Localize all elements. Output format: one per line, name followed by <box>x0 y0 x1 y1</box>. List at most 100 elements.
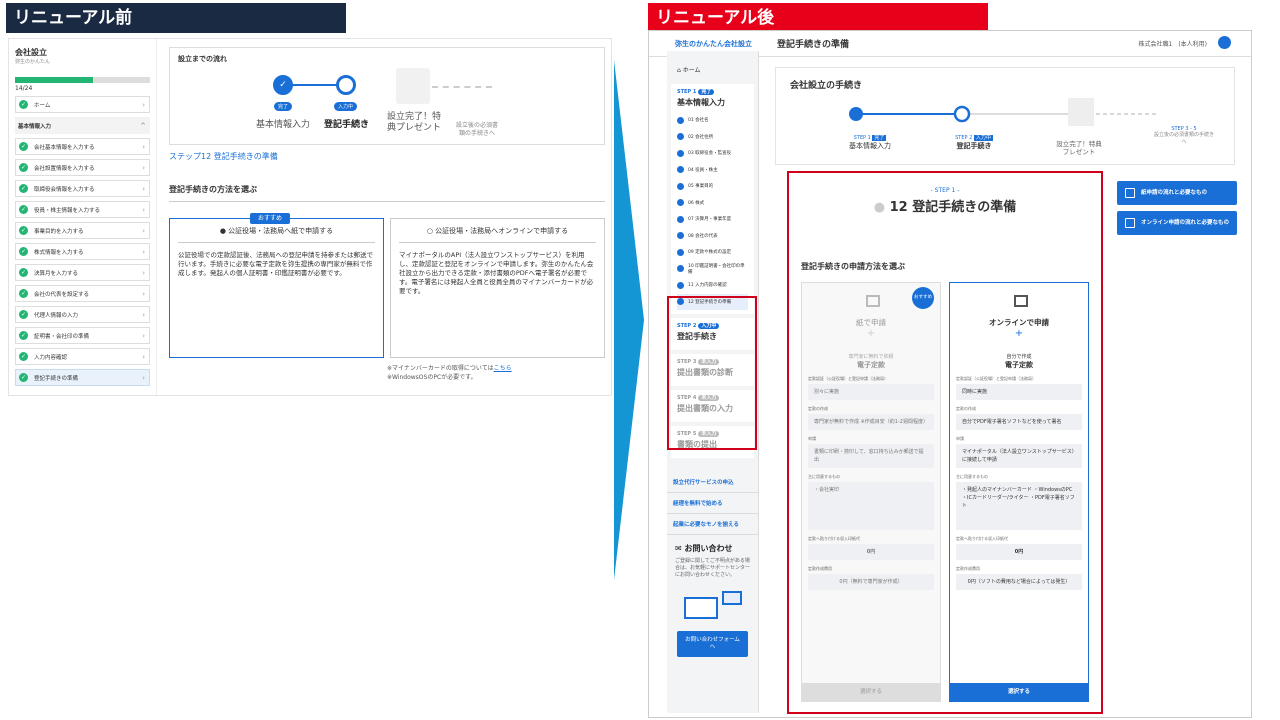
step-item[interactable]: 06 株式 <box>677 195 748 212</box>
paper-option[interactable]: おすすめ ● 公証役場・法務局へ紙で申請する 公証役場での定款認証後、法務局への… <box>169 213 384 358</box>
paper-option-title: 公証役場・法務局へ紙で申請する <box>228 227 334 235</box>
sidebar-item-label: 会社基本情報を入力する <box>34 144 95 151</box>
sidebar-item[interactable]: ✓ 会社の代表を設定する › <box>15 285 150 302</box>
recommend-badge: おすすめ <box>912 287 934 309</box>
contact-illustration <box>678 591 748 621</box>
check-icon <box>677 265 684 273</box>
online-sub2: 電子定款 <box>1005 361 1033 369</box>
step-item[interactable]: 07 決算月・事業年度 <box>677 211 748 228</box>
sidebar-item[interactable]: ✓ 入力内容確認 › <box>15 348 150 365</box>
field-label: 申請 <box>956 436 964 441</box>
step-item-label: 03 取締役会・監査役 <box>688 151 732 157</box>
sidebar-item[interactable]: ✓ 登記手続きの準備 › <box>15 369 150 386</box>
online-title: オンラインで申請 <box>989 318 1049 327</box>
check-icon <box>677 281 684 289</box>
step-link[interactable]: ステップ12 登記手続きの準備 <box>169 151 605 162</box>
check-icon: ✓ <box>19 310 28 319</box>
step1-label: STEP 1 <box>677 89 697 95</box>
step-item[interactable]: 01 会社名 <box>677 112 748 129</box>
sidebar-item[interactable]: ✓ 会社設置情報を入力する › <box>15 159 150 176</box>
before-flow: 設立までの流れ ✓ 完了 入力中 基本情報入力 登記手続き 設立完了！特典プレゼ… <box>169 47 605 145</box>
recommend-badge: おすすめ <box>250 213 291 224</box>
sidebar-item-label: 会社の代表を設定する <box>34 291 90 298</box>
flow-step2-name: 登記手続き <box>956 142 992 150</box>
check-icon: ✓ <box>19 184 28 193</box>
radio-checked-icon[interactable]: ● <box>220 227 226 235</box>
online-flow-button[interactable]: オンライン申請の流れと必要なもの <box>1117 211 1237 235</box>
step-item[interactable]: 02 会社住所 <box>677 129 748 146</box>
avatar-icon[interactable] <box>1218 36 1231 49</box>
step-item[interactable]: 09 定款や株式の設定 <box>677 244 748 261</box>
step-item-label: 10 印鑑証明書・会社印の準備 <box>688 263 745 275</box>
field-label: 定款へ貼り付ける収入印紙代 <box>956 536 1008 541</box>
highlight-main-box: - STEP 1 - ● 12 登記手続きの準備 登記手続きの申請方法を選ぶ お… <box>787 171 1103 714</box>
chevron-icon: › <box>142 289 145 298</box>
field-value: マイナポータル（法人設立ワンストップサービス）に接続して申請 <box>956 444 1082 468</box>
home-link[interactable]: ⌂ ホーム <box>667 59 758 80</box>
footnote-2: ※WindowsOSのPCが必要です。 <box>387 374 477 381</box>
chevron-icon: › <box>142 163 145 172</box>
sidebar-item-label: ホーム <box>34 102 51 109</box>
footnotes: ※マイナンバーカードの取得についてはこちら ※WindowsOSのPCが必要です… <box>387 364 605 382</box>
field-value: 専門家が無料で作成 ※作成目安（約1-2週間程度） <box>808 414 934 430</box>
chevron-icon: › <box>142 142 145 151</box>
step-item[interactable]: 11 入力内容の確認 <box>677 277 748 294</box>
paper-select-button[interactable]: 選択する <box>802 683 940 701</box>
step-item[interactable]: 10 印鑑証明書・会社印の準備 <box>677 261 748 278</box>
sidebar-item[interactable]: ✓ 事業目的を入力する › <box>15 222 150 239</box>
sidebar-item[interactable]: ✓ 会社基本情報を入力する › <box>15 138 150 155</box>
contact-form-button[interactable]: お問い合わせフォームへ <box>677 631 748 657</box>
logo[interactable]: 弥生のかんたん会社設立 <box>675 39 752 49</box>
online-option[interactable]: ○ 公証役場・法務局へオンラインで申請する マイナポータルのAPI（法人設立ワン… <box>390 218 605 358</box>
step-caption: - STEP 1 - <box>930 187 960 194</box>
before-screenshot: 会社設立 弥生のかんたん 14/24 ✓ ホーム › 基本情報入力 ^ ✓ 会社基本情報を入… <box>8 38 612 396</box>
chevron-icon: › <box>142 184 145 193</box>
step-item[interactable]: 03 取締役会・監査役 <box>677 145 748 162</box>
sidebar-item-label: 役員・株主情報を入力する <box>34 207 101 214</box>
chevron-icon: › <box>142 100 145 109</box>
field-value: 0円（無料で専門家が作成） <box>808 574 934 590</box>
sidebar-item[interactable]: ✓ 決算月を入力する › <box>15 264 150 281</box>
online-select-button[interactable]: 選択する <box>950 683 1088 701</box>
plus-icon: + <box>866 328 876 339</box>
document-icon <box>1125 188 1135 198</box>
step-item[interactable]: 04 役員・株主 <box>677 162 748 179</box>
sidebar-item-label: 会社設置情報を入力する <box>34 165 95 172</box>
step1-label: 基本情報入力 <box>256 120 311 130</box>
sidebar-item[interactable]: ✓ 株式情報を入力する › <box>15 243 150 260</box>
sidebar-item[interactable]: ✓ 役員・株主情報を入力する › <box>15 201 150 218</box>
field-value: 0円（ソフトの費用など場合によっては発生） <box>956 574 1082 590</box>
step-item-label: 07 決算月・事業年度 <box>688 217 732 223</box>
footnote-1: ※マイナンバーカードの取得については <box>387 365 494 372</box>
step-item[interactable]: 08 会社の代表 <box>677 228 748 245</box>
paper-card[interactable]: おすすめ 紙で申請 + 専門家に無料で依頼 電子定款 定款認証（公証役場）と登記… <box>801 282 941 702</box>
check-icon: ✓ <box>19 247 28 256</box>
online-card[interactable]: オンラインで申請 + 自分で作成 電子定款 定款認証（公証役場）と登記申請（法務… <box>949 282 1089 702</box>
link-supplies[interactable]: 起業に必要なモノを揃える <box>667 514 758 535</box>
page-title: 登記手続きの準備 <box>777 40 850 50</box>
link-accounting[interactable]: 経理を無料で始める <box>667 493 758 514</box>
chevron-icon: › <box>142 310 145 319</box>
link-service[interactable]: 設立代行サービスの申込 <box>667 472 758 493</box>
step-item[interactable]: 05 事業目的 <box>677 178 748 195</box>
flow-step1-name: 基本情報入力 <box>849 142 891 150</box>
sidebar-item[interactable]: 基本情報入力 ^ <box>15 117 150 134</box>
check-icon: ✓ <box>19 100 28 109</box>
sidebar-item[interactable]: ✓ 取締役会情報を入力する › <box>15 180 150 197</box>
field-value: 0円 <box>956 544 1082 560</box>
radio-unchecked-icon[interactable]: ○ <box>427 227 433 235</box>
sidebar-item[interactable]: ✓ 代理人情報の入力 › <box>15 306 150 323</box>
flow-step4-name: 設立後の必須書類の手続きへ <box>1154 132 1215 145</box>
home-icon: ⌂ <box>677 67 681 74</box>
step3-label: 設立完了！特典プレゼント <box>386 112 441 133</box>
sidebar-item[interactable]: ✓ ホーム › <box>15 96 150 113</box>
field-label: 定款へ貼り付ける収入印紙代 <box>808 536 860 541</box>
sidebar-item[interactable]: ✓ 証明書・会社印の準備 › <box>15 327 150 344</box>
here-link[interactable]: こちら <box>494 365 512 372</box>
paper-flow-button[interactable]: 紙申請の流れと必要なもの <box>1117 181 1237 205</box>
transition-arrow <box>614 60 644 580</box>
field-label: 主に用意するもの <box>956 474 988 479</box>
contact-text: ご登録に関してご不明点がある場合は、お気軽にサポートセンターにお問い合わせくださ… <box>675 558 751 578</box>
step-item-label: 04 役員・株主 <box>688 167 718 173</box>
step1-block[interactable]: STEP 1 完了 基本情報入力 01 会社名 02 会社住所 03 取締役会・監査役… <box>671 84 754 314</box>
